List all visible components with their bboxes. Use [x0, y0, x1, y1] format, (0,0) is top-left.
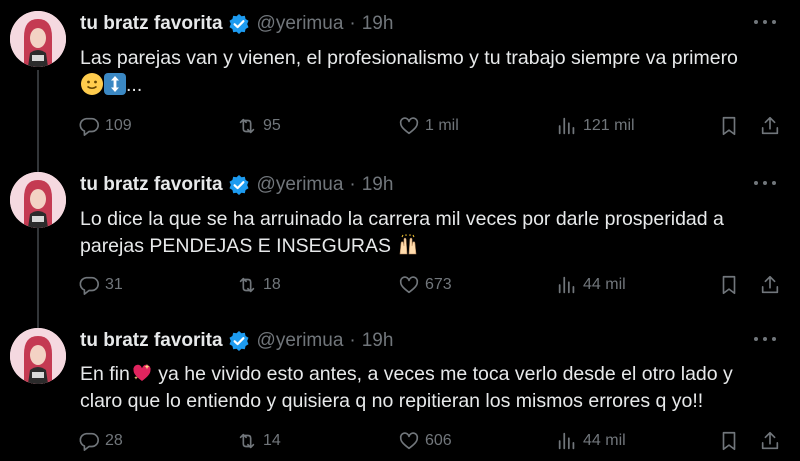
bookmark-icon	[722, 431, 736, 451]
tweet-2[interactable]: tu bratz favorita @yerimua · 19h Lo dice…	[0, 161, 800, 318]
verified-badge-icon	[228, 330, 250, 352]
tweet-actions: 28 14 606 44 mil	[78, 426, 790, 456]
reply-icon	[79, 276, 99, 295]
views-button[interactable]: 44 mil	[556, 426, 626, 456]
retweet-icon	[239, 277, 255, 293]
tweet-text-rest: ya he vivido esto antes, a veces me toca…	[152, 363, 733, 385]
views-button[interactable]: 121 mil	[556, 111, 635, 141]
like-count: 673	[425, 276, 452, 293]
tweet-text: Lo dice la que se ha arruinado la carrer…	[80, 206, 780, 260]
reply-icon	[79, 117, 99, 136]
reply-button[interactable]: 109	[78, 111, 132, 141]
tweet-text-line: ...	[80, 72, 780, 99]
tweet-text-line: parejas PENDEJAS E INSEGURAS	[80, 233, 780, 260]
retweet-button[interactable]: 18	[236, 270, 281, 300]
retweet-icon	[239, 433, 255, 449]
views-button[interactable]: 44 mil	[556, 270, 626, 300]
avatar[interactable]	[10, 11, 66, 67]
slightly-smiling-face-emoji	[81, 73, 103, 95]
tweet-text-suffix: ...	[126, 74, 143, 96]
timestamp[interactable]: 19h	[362, 174, 394, 196]
reply-button[interactable]: 28	[78, 426, 123, 456]
share-button[interactable]	[759, 426, 781, 456]
reply-count: 109	[105, 117, 132, 134]
reply-count: 28	[105, 432, 123, 449]
tweet-text-line: claro que lo entiendo y quisiera q no re…	[80, 390, 704, 412]
views-count: 121 mil	[583, 117, 635, 134]
like-icon	[399, 432, 419, 450]
share-icon	[761, 431, 779, 450]
tweet-text-line-2: parejas PENDEJAS E INSEGURAS	[80, 235, 392, 257]
like-button[interactable]: 673	[398, 270, 452, 300]
retweet-button[interactable]: 14	[236, 426, 281, 456]
raising-hands-emoji	[397, 234, 419, 256]
author-handle[interactable]: @yerimua	[257, 174, 344, 196]
retweet-count: 95	[263, 117, 281, 134]
retweet-count: 18	[263, 276, 281, 293]
tweet-text: En fin ya he vivido esto antes, a veces …	[80, 361, 780, 415]
share-icon	[761, 116, 779, 135]
separator-dot: ·	[349, 13, 356, 34]
views-icon	[558, 117, 575, 135]
tweet-text: Las parejas van y vienen, el profesional…	[80, 45, 780, 99]
bookmark-icon	[722, 275, 736, 295]
reply-button[interactable]: 31	[78, 270, 123, 300]
like-count: 1 mil	[425, 117, 459, 134]
bookmark-button[interactable]	[718, 426, 740, 456]
like-button[interactable]: 606	[398, 426, 452, 456]
tweet-text-line: Las parejas van y vienen, el profesional…	[80, 47, 738, 69]
author-name[interactable]: tu bratz favorita	[80, 13, 223, 35]
more-options-icon[interactable]	[754, 12, 776, 32]
like-icon	[399, 117, 419, 135]
up-down-arrow-emoji	[104, 73, 126, 95]
share-button[interactable]	[759, 111, 781, 141]
separator-dot: ·	[349, 174, 356, 195]
avatar[interactable]	[10, 328, 66, 384]
like-count: 606	[425, 432, 452, 449]
bookmark-button[interactable]	[718, 111, 740, 141]
author-name[interactable]: tu bratz favorita	[80, 174, 223, 196]
like-icon	[399, 276, 419, 294]
bookmark-button[interactable]	[718, 270, 740, 300]
timestamp[interactable]: 19h	[362, 330, 394, 352]
avatar[interactable]	[10, 172, 66, 228]
tweet-actions: 109 95 1 mil 121 mil	[78, 111, 790, 141]
more-options-icon[interactable]	[754, 329, 776, 349]
more-options-icon[interactable]	[754, 173, 776, 193]
tweet-3[interactable]: tu bratz favorita @yerimua · 19h En fin …	[0, 318, 800, 461]
share-icon	[761, 275, 779, 294]
author-name[interactable]: tu bratz favorita	[80, 330, 223, 352]
tweet-1[interactable]: tu bratz favorita @yerimua · 19h Las par…	[0, 0, 800, 158]
tweet-text-start: En fin	[80, 363, 130, 385]
tweet-actions: 31 18 673 44 mil	[78, 270, 790, 300]
verified-badge-icon	[228, 174, 250, 196]
tweet-text-line: En fin ya he vivido esto antes, a veces …	[80, 361, 780, 388]
views-icon	[558, 276, 575, 294]
reply-icon	[79, 432, 99, 451]
author-handle[interactable]: @yerimua	[257, 330, 344, 352]
views-count: 44 mil	[583, 276, 626, 293]
like-button[interactable]: 1 mil	[398, 111, 459, 141]
share-button[interactable]	[759, 270, 781, 300]
reply-count: 31	[105, 276, 123, 293]
retweet-count: 14	[263, 432, 281, 449]
author-handle[interactable]: @yerimua	[257, 13, 344, 35]
separator-dot: ·	[349, 330, 356, 351]
tweet-text-line: Lo dice la que se ha arruinado la carrer…	[80, 208, 724, 230]
retweet-icon	[239, 118, 255, 134]
timestamp[interactable]: 19h	[362, 13, 394, 35]
views-icon	[558, 432, 575, 450]
verified-badge-icon	[228, 13, 250, 35]
sparkling-heart-emoji	[131, 362, 153, 384]
views-count: 44 mil	[583, 432, 626, 449]
bookmark-icon	[722, 116, 736, 136]
retweet-button[interactable]: 95	[236, 111, 281, 141]
